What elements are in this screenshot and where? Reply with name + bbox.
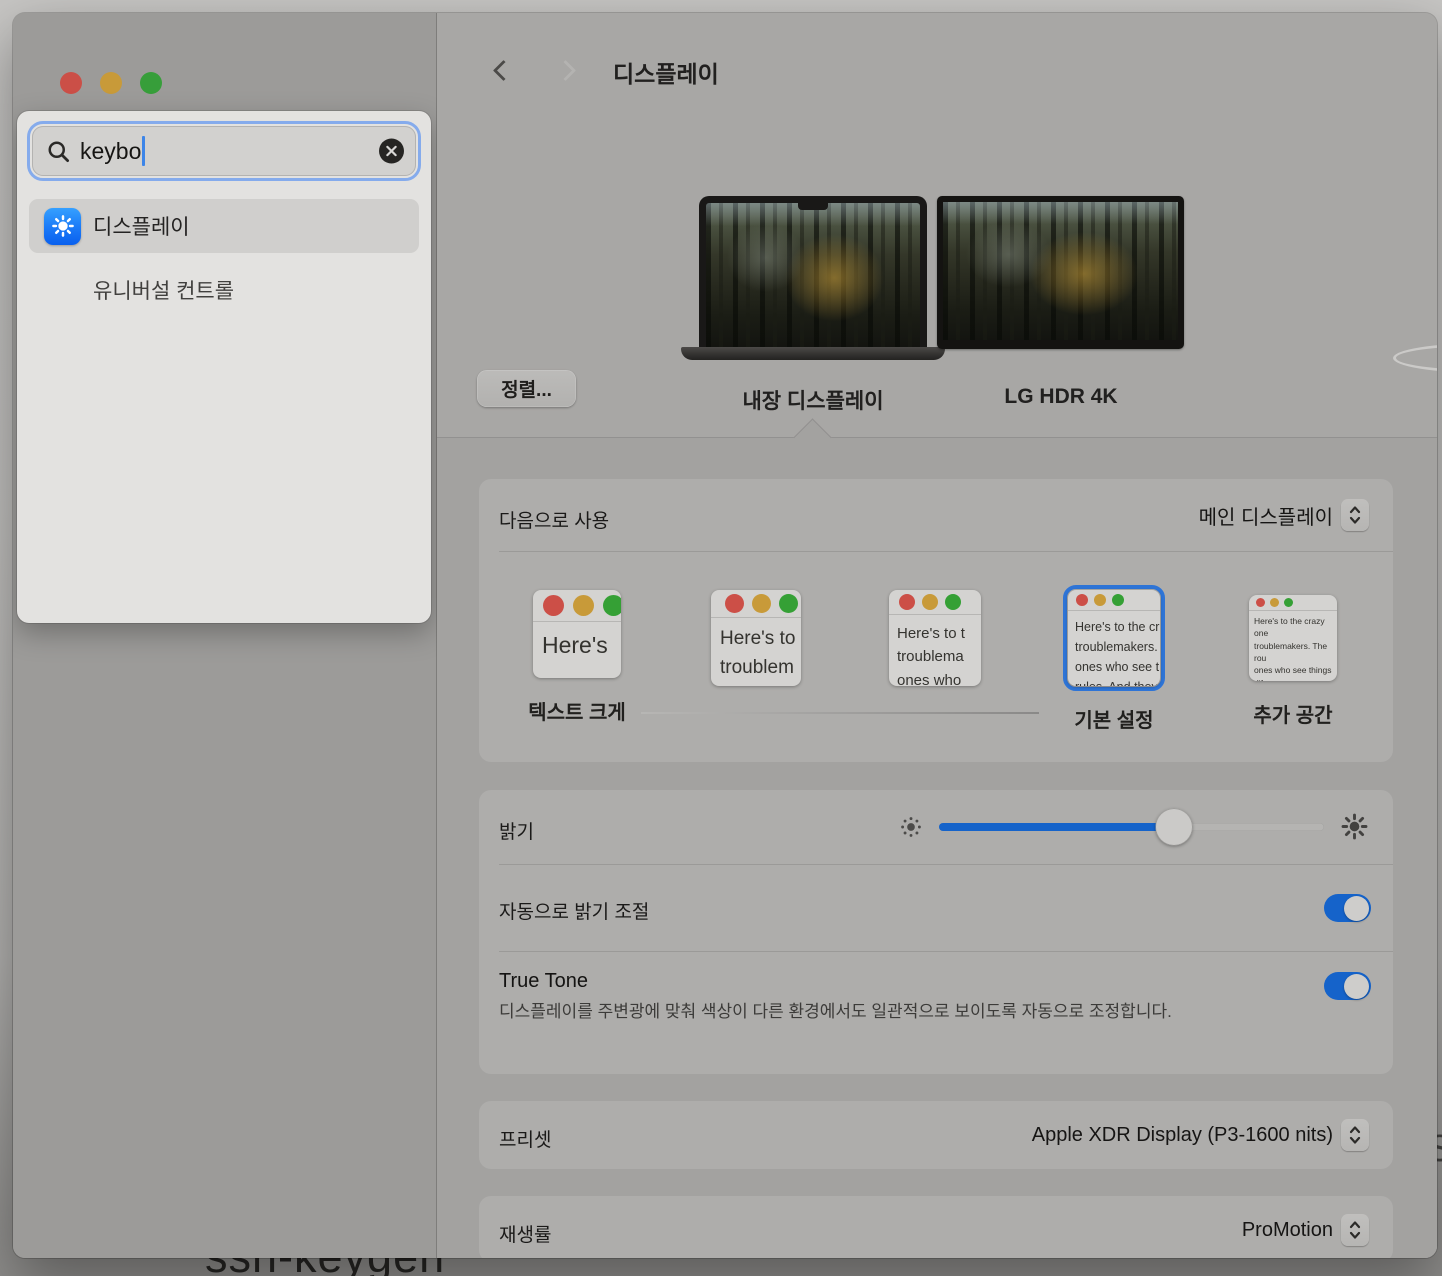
brightness-card: 밝기 [479,790,1393,1074]
scale-option[interactable]: Here's 텍스트 크게 [517,585,637,725]
brightness-fill [939,823,1174,831]
close-button[interactable] [60,72,82,94]
monitor-stand [1393,343,1437,373]
preset-value: Apple XDR Display (P3-1600 nits) [1032,1124,1333,1147]
scale-option[interactable]: Here's to the crazy one troublemakers. T… [1233,590,1353,728]
lg-display-label: LG HDR 4K [911,385,1211,409]
scale-preview-window: Here's to troublem [711,590,801,686]
chevron-up-down-icon [1341,1214,1369,1246]
search-popover: keybo [17,111,431,623]
scale-option[interactable]: Here's to troublem [696,585,816,704]
scale-preview-window: Here's to t troublema ones who [889,590,981,686]
true-tone-description: 디스플레이를 주변광에 맞춰 색상이 다른 환경에서도 일관적으로 보이도록 자… [499,998,1259,1026]
brightness-slider[interactable] [899,790,1369,864]
display-icon [44,208,81,245]
sidebar: keybo [13,13,437,1258]
mini-traffic-lights [711,590,801,618]
mini-traffic-lights [1249,595,1337,611]
minimize-button[interactable] [100,72,122,94]
slider-track[interactable] [939,823,1324,831]
laptop-screen [699,196,927,347]
builtin-display-thumbnail[interactable] [699,196,927,360]
camera-notch [798,203,828,210]
page-title: 디스플레이 [613,55,719,89]
chevron-up-down-icon [1341,499,1369,531]
auto-brightness-label: 자동으로 밝기 조절 [499,897,649,924]
brightness-label: 밝기 [499,817,534,844]
use-as-card: 다음으로 사용 메인 디스플레이 [479,479,1393,762]
preset-dropdown[interactable]: Apple XDR Display (P3-1600 nits) [1032,1119,1369,1151]
display-overview: 디스플레이 내장 디스플레이 LG HDR 4K 정렬... [437,13,1437,437]
search-focus-ring: keybo [27,121,421,181]
sidebar-item-label: 디스플레이 [93,211,190,241]
scale-option-label: 추가 공간 [1253,699,1332,728]
sidebar-item-universal-control[interactable]: 유니버설 컨트롤 [29,263,419,317]
search-input[interactable]: keybo [32,126,416,176]
mini-window-text: Here's to troublem [711,618,801,682]
scale-preview-window: Here's to the cr troublemakers. ones who… [1068,590,1160,686]
sidebar-item-displays[interactable]: 디스플레이 [29,199,419,253]
monitor-screen [943,202,1178,340]
toggle-knob [1344,974,1369,999]
preset-label: 프리셋 [499,1125,551,1152]
text-cursor [142,136,145,166]
scale-option-label: 텍스트 크게 [528,696,626,725]
display-settings-panel: 다음으로 사용 메인 디스플레이 [437,437,1437,1258]
laptop-base [681,347,945,360]
refresh-rate-value: ProMotion [1242,1219,1333,1242]
lg-display-thumbnail[interactable] [937,196,1184,349]
true-tone-label: True Tone [499,970,588,993]
chevron-right-icon [554,59,575,80]
mini-traffic-lights [889,590,981,615]
mini-window-text: Here's to the cr troublemakers. ones who… [1068,611,1160,686]
back-button[interactable] [485,55,515,85]
clear-search-button[interactable] [379,139,404,164]
use-as-value: 메인 디스플레이 [1199,501,1333,530]
arrange-button[interactable]: 정렬... [477,370,576,407]
zoom-button[interactable] [140,72,162,94]
mini-traffic-lights [1068,590,1160,611]
desktop-background: ssh-keygen S keybo [0,0,1442,1276]
refresh-rate-card: 재생률 ProMotion [479,1196,1393,1258]
settings-window: keybo [13,13,1437,1258]
divider [499,551,1393,552]
brightness-high-icon [1340,812,1369,841]
forward-button[interactable] [553,55,583,85]
toggle-knob [1344,896,1369,921]
mini-window-text: Here's to the crazy one troublemakers. T… [1249,611,1337,681]
preset-card: 프리셋 Apple XDR Display (P3-1600 nits) [479,1101,1393,1169]
divider [499,951,1393,952]
main-pane: 디스플레이 내장 디스플레이 LG HDR 4K 정렬... 다음으로 사용 [437,13,1437,1258]
sidebar-item-label: 유니버설 컨트롤 [93,275,234,305]
use-as-dropdown[interactable]: 메인 디스플레이 [1199,499,1369,531]
mini-traffic-lights [533,590,621,622]
true-tone-toggle[interactable] [1324,972,1371,1000]
brightness-low-icon [899,815,923,839]
scale-track-line [641,712,1039,714]
use-as-label: 다음으로 사용 [499,506,609,533]
refresh-rate-label: 재생률 [499,1220,551,1247]
scale-preview-window: Here's to the crazy one troublemakers. T… [1249,595,1337,681]
scale-option[interactable]: Here's to the cr troublemakers. ones who… [1054,585,1174,733]
chevron-up-down-icon [1341,1119,1369,1151]
search-icon [46,139,71,164]
search-value: keybo [80,138,141,165]
scale-option[interactable]: Here's to t troublema ones who [875,585,995,704]
close-icon [386,146,397,157]
chevron-left-icon [492,59,513,80]
mini-window-text: Here's to t troublema ones who [889,615,981,686]
divider [499,864,1393,865]
scale-preview-window: Here's [533,590,621,678]
refresh-rate-dropdown[interactable]: ProMotion [1242,1214,1369,1246]
auto-brightness-toggle[interactable] [1324,894,1371,922]
brightness-thumb[interactable] [1155,809,1192,846]
mini-window-text: Here's [533,622,621,659]
window-controls [60,72,162,94]
scale-option-label: 기본 설정 [1074,704,1153,733]
